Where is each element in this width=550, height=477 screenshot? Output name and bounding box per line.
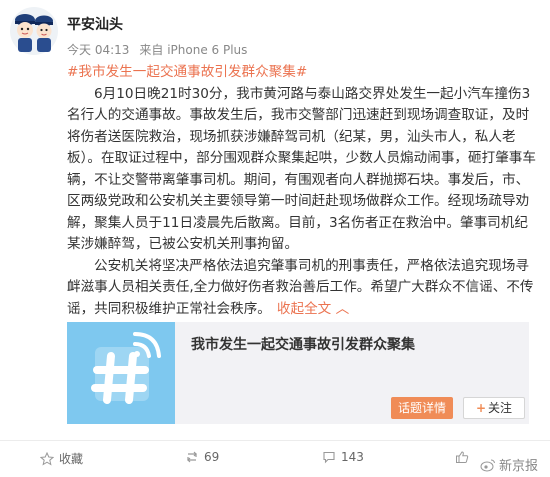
post-source: 来自 iPhone 6 Plus — [139, 43, 248, 57]
star-icon — [40, 451, 54, 466]
post-time[interactable]: 今天 04:13 — [67, 43, 129, 57]
plus-icon: + — [475, 401, 487, 415]
follow-button[interactable]: + 关注 — [463, 397, 525, 419]
comment-icon — [323, 451, 335, 464]
topic-hashtag[interactable]: #我市发生一起交通事故引发群众聚集# — [67, 62, 537, 84]
post-paragraph-1-text: 6月10日晚21时30分，我市黄河路与泰山路交界处发生一起小汽车撞伤3名行人的交… — [67, 85, 536, 253]
comment-button[interactable]: 143 — [322, 450, 364, 464]
thumbs-up-icon — [456, 451, 469, 463]
repost-count: 69 — [204, 450, 220, 464]
topic-details-button[interactable]: 话题详情 — [391, 397, 453, 419]
watermark: 新京报 — [480, 455, 538, 474]
post-paragraph-1: 6月10日晚21时30分，我市黄河路与泰山路交界处发生一起小汽车撞伤3名行人的交… — [67, 84, 537, 256]
repost-button[interactable]: 69 — [185, 450, 219, 464]
post-header: 平安汕头 今天 04:13 来自 iPhone 6 Plus — [0, 0, 550, 62]
action-bar: 收藏 69 143 新京报 — [0, 440, 550, 477]
follow-button-label: 关注 — [488, 401, 513, 415]
topic-card[interactable]: 我市发生一起交通事故引发群众聚集 话题详情 + 关注 — [67, 322, 529, 424]
watermark-text: 新京报 — [498, 459, 538, 474]
collapse-link[interactable]: 收起全文 ︿ — [277, 301, 349, 317]
post-body: #我市发生一起交通事故引发群众聚集# 6月10日晚21时30分，我市黄河路与泰山… — [67, 62, 537, 320]
repost-icon — [187, 451, 197, 463]
topic-thumbnail — [67, 322, 175, 424]
topic-card-title[interactable]: 我市发生一起交通事故引发群众聚集 — [191, 334, 415, 354]
post-meta: 今天 04:13 来自 iPhone 6 Plus — [67, 41, 257, 58]
weibo-logo-icon — [480, 459, 495, 471]
favorite-label: 收藏 — [59, 452, 84, 466]
like-button[interactable] — [455, 450, 474, 464]
post-paragraph-2: 公安机关将坚决严格依法追究肇事司机的刑事责任，严格依法追究现场寻衅滋事人员相关责… — [67, 256, 537, 321]
comment-count: 143 — [341, 450, 364, 464]
avatar[interactable] — [8, 6, 60, 56]
favorite-button[interactable]: 收藏 — [40, 450, 83, 467]
account-name[interactable]: 平安汕头 — [67, 14, 123, 34]
